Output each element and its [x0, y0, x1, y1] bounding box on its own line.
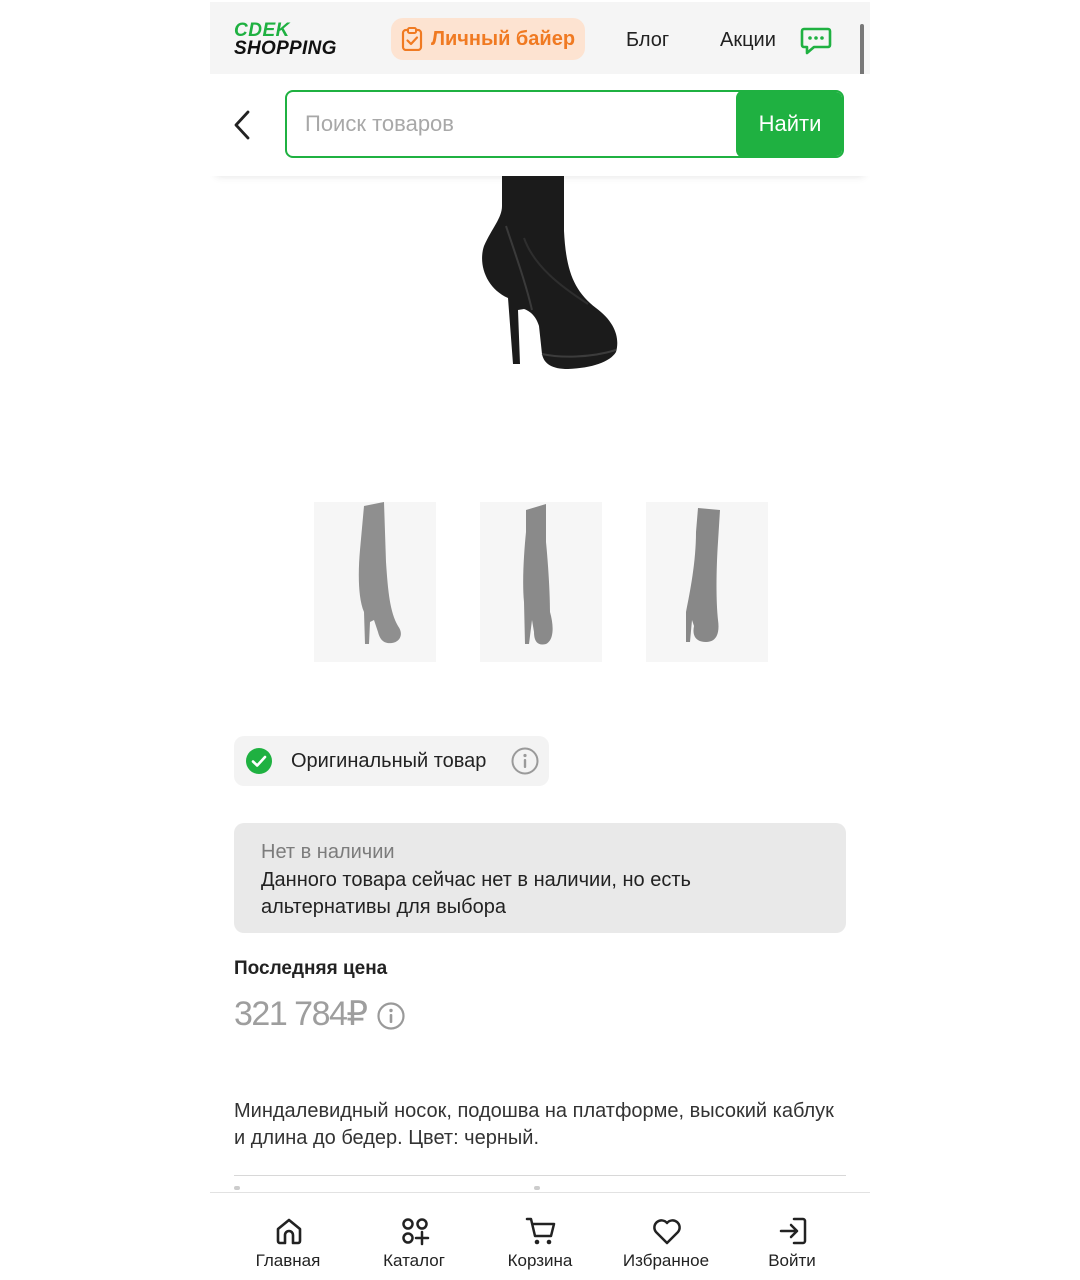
search-input[interactable]: [287, 92, 742, 156]
search-box: Найти: [285, 90, 844, 158]
original-product-badge[interactable]: Оригинальный товар: [234, 736, 549, 786]
tab-cart-label: Корзина: [507, 1251, 573, 1270]
tab-favorites[interactable]: Избранное: [606, 1193, 726, 1280]
bottom-navigation: Главная Каталог Корзина Избранное Войти: [210, 1192, 870, 1280]
tab-favorites-label: Избранное: [622, 1251, 710, 1270]
product-main-image[interactable]: [460, 176, 640, 376]
heart-icon: [653, 1219, 681, 1245]
tab-login-label: Войти: [768, 1251, 816, 1270]
check-circle-icon: [246, 748, 272, 774]
tab-home-label: Главная: [255, 1251, 321, 1270]
stock-status-box: Нет в наличии Данного товара сейчас нет …: [234, 823, 846, 933]
app-screen: CDEK SHOPPING Личный байер Блог Акции По…: [210, 0, 870, 1280]
price-info-icon[interactable]: [377, 1002, 405, 1030]
clipboard-icon: [401, 27, 423, 51]
catalog-icon: [402, 1218, 430, 1246]
product-description: Миндалевидный носок, подошва на платформ…: [234, 1100, 834, 1149]
personal-buyer-button[interactable]: Личный байер: [391, 18, 585, 60]
chat-icon[interactable]: [800, 24, 832, 56]
info-icon[interactable]: [511, 747, 539, 775]
search-row: Найти: [210, 74, 870, 176]
last-price-label: Последняя цена: [234, 958, 388, 979]
product-thumbnail[interactable]: [480, 502, 602, 662]
boot-thumbnail-image: [523, 504, 553, 645]
logo-bottom-text: SHOPPING: [234, 38, 337, 59]
tab-catalog[interactable]: Каталог: [354, 1193, 474, 1280]
logo[interactable]: CDEK SHOPPING: [234, 20, 344, 60]
original-product-label: Оригинальный товар: [291, 750, 487, 772]
product-thumbnail[interactable]: [646, 502, 768, 662]
product-price: 321 784₽: [234, 995, 368, 1033]
tab-login[interactable]: Войти: [732, 1193, 852, 1280]
tab-home[interactable]: Главная: [228, 1193, 348, 1280]
tab-cart[interactable]: Корзина: [480, 1193, 600, 1280]
top-header: CDEK SHOPPING Личный байер Блог Акции: [210, 2, 870, 76]
home-icon: [276, 1218, 302, 1245]
cart-icon: [525, 1217, 556, 1245]
personal-buyer-label: Личный байер: [430, 27, 576, 50]
boot-thumbnail-image: [686, 508, 720, 642]
login-icon: [779, 1217, 807, 1245]
boot-thumbnail-image: [358, 502, 401, 644]
tab-catalog-label: Каталог: [383, 1251, 445, 1270]
stock-status-title: Нет в наличии: [261, 841, 395, 863]
nav-link-blog[interactable]: Блог: [626, 29, 669, 52]
search-button[interactable]: Найти: [736, 92, 842, 156]
nav-link-promotions[interactable]: Акции: [720, 29, 776, 52]
stock-status-text: Данного товара сейчас нет в наличии, но …: [261, 869, 691, 918]
back-arrow-icon[interactable]: [228, 106, 254, 144]
divider: [234, 1175, 846, 1176]
product-thumbnail[interactable]: [314, 502, 436, 662]
scrollbar[interactable]: [860, 24, 864, 76]
